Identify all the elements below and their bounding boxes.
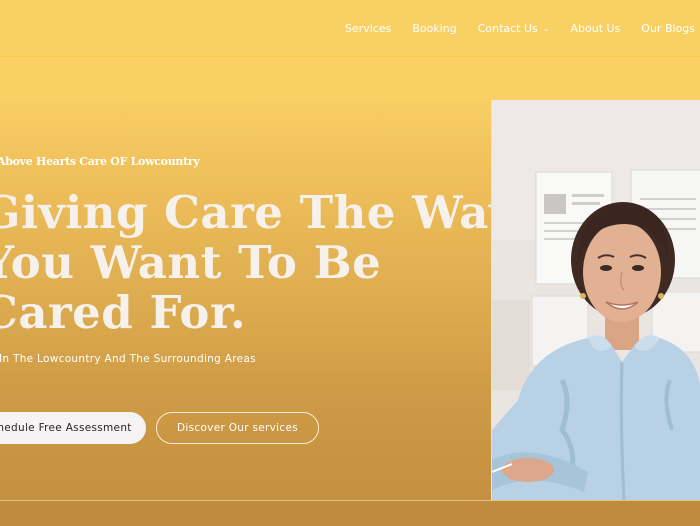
hero-headline-line-3: Cared For. [0,286,247,339]
caregiver-photo [491,100,700,500]
nav-about-us[interactable]: About Us [570,22,620,35]
hero-headline: Giving Care The Way You Want To Be Cared… [0,188,491,338]
nav-contact-us-label: Contact Us [477,21,538,35]
discover-services-button[interactable]: Discover Our services [156,412,319,444]
hero-headline-line-2: You Want To Be [0,236,382,289]
site-header: Services Booking Contact Us ⌄ About Us Ou… [0,0,700,56]
footer-band [0,500,700,526]
hero-subtitle: In The Lowcountry And The Surrounding Ar… [0,353,256,365]
sub-header-bar [0,56,700,101]
nav-contact-us[interactable]: Contact Us ⌄ [478,22,550,35]
hero-section: Above Hearts Care OF Lowcountry Giving C… [0,100,491,500]
main-nav: Services Booking Contact Us ⌄ About Us Ou… [345,0,695,56]
nav-about-us-label: About Us [570,21,621,35]
schedule-assessment-button[interactable]: Schedule Free Assessment [0,412,146,444]
nav-services[interactable]: Services [345,22,391,35]
hero-eyebrow: Above Hearts Care OF Lowcountry [0,155,200,168]
nav-booking-label: Booking [412,21,457,35]
nav-our-blogs[interactable]: Our Blogs [641,22,695,35]
nav-booking[interactable]: Booking [412,22,456,35]
nav-our-blogs-label: Our Blogs [641,21,695,35]
chevron-down-icon[interactable]: ⌄ [543,24,550,33]
hero-headline-line-1: Giving Care The Way [0,186,491,239]
caregiver-photo-illustration [492,100,700,500]
nav-services-label: Services [344,21,392,35]
